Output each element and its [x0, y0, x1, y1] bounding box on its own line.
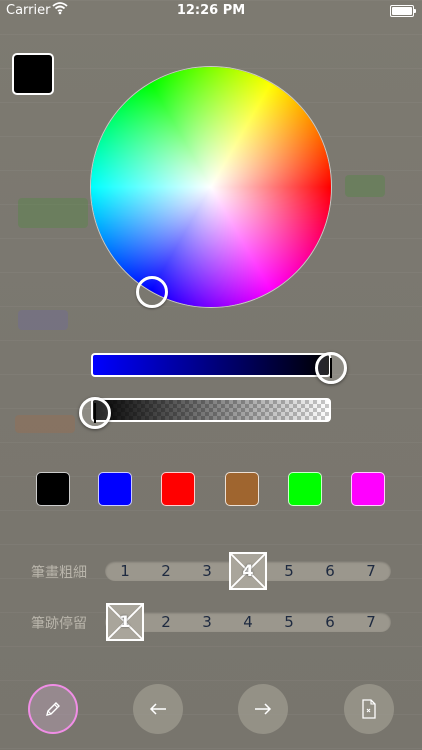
stroke_persist-option[interactable]: 7 [351, 612, 391, 632]
stroke_width-option[interactable]: 2 [146, 561, 186, 581]
stroke_persist-option-label: 1 [119, 612, 131, 631]
battery-icon [390, 5, 416, 17]
stroke_width-option[interactable]: 5 [269, 561, 309, 581]
clear-page-button[interactable] [344, 684, 394, 734]
stroke-width-label: 筆畫粗細 [31, 565, 87, 581]
stroke_persist-option[interactable]: 3 [187, 612, 227, 632]
stroke_width-option-label: 4 [242, 561, 254, 580]
current-color-preview [12, 53, 54, 95]
pencil-icon [43, 699, 63, 719]
opacity-slider[interactable] [91, 398, 331, 422]
background-scribble [345, 175, 385, 197]
stroke_persist-option[interactable]: 4 [228, 612, 268, 632]
status-bar: Carrier 12:26 PM [0, 0, 422, 22]
color-wheel-handle[interactable] [136, 276, 168, 308]
stroke_width-option-selected[interactable]: 4 [229, 552, 267, 590]
pen-button[interactable] [28, 684, 78, 734]
document-icon [361, 699, 377, 719]
swatch-brown[interactable] [225, 472, 259, 506]
stroke_width-option[interactable]: 3 [187, 561, 227, 581]
stroke-persist-stepper[interactable]: 1234567 [105, 603, 391, 641]
status-time: 12:26 PM [176, 3, 246, 18]
stroke-persist-label: 筆跡停留 [31, 616, 87, 632]
stroke_persist-option[interactable]: 5 [269, 612, 309, 632]
arrow-left-icon [148, 702, 168, 716]
background-scribble [18, 310, 68, 330]
opacity-slider-knob[interactable] [79, 397, 111, 429]
screen: Carrier 12:26 PM 筆畫粗細 1234567 筆跡停留 12345… [0, 0, 422, 750]
stroke_persist-option-selected[interactable]: 1 [106, 603, 144, 641]
swatch-blue[interactable] [98, 472, 132, 506]
background-scribble [18, 198, 88, 228]
undo-button[interactable] [133, 684, 183, 734]
brightness-slider-knob[interactable] [315, 352, 347, 384]
stroke-width-stepper[interactable]: 1234567 [105, 552, 391, 590]
swatch-black[interactable] [36, 472, 70, 506]
swatch-red[interactable] [161, 472, 195, 506]
stroke_persist-option[interactable]: 2 [146, 612, 186, 632]
stroke_persist-option[interactable]: 6 [310, 612, 350, 632]
stroke_width-option[interactable]: 1 [105, 561, 145, 581]
redo-button[interactable] [238, 684, 288, 734]
stroke_width-option[interactable]: 6 [310, 561, 350, 581]
color-wheel[interactable] [91, 67, 331, 307]
background-scribble [15, 415, 75, 433]
swatch-magenta[interactable] [351, 472, 385, 506]
swatch-green[interactable] [288, 472, 322, 506]
brightness-slider[interactable] [91, 353, 331, 377]
arrow-right-icon [253, 702, 273, 716]
stroke_width-option[interactable]: 7 [351, 561, 391, 581]
